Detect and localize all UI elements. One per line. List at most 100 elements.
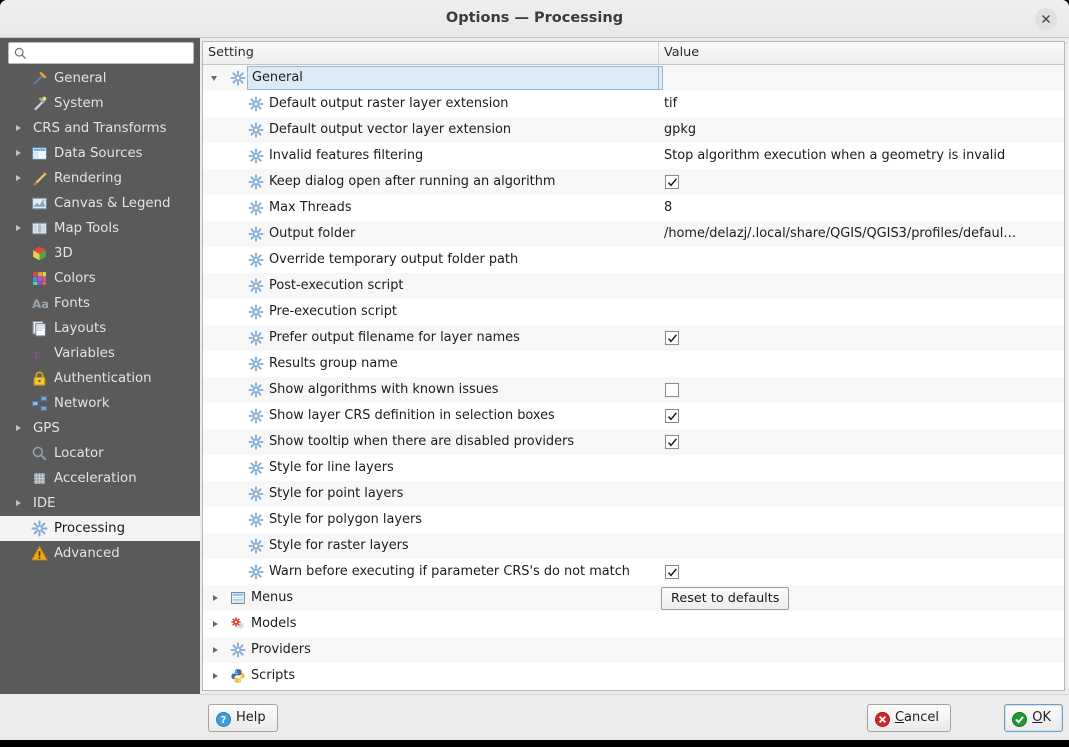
column-header-value[interactable]: Value (659, 42, 1064, 64)
gear-icon (248, 278, 264, 294)
row-value[interactable]: gpkg (664, 117, 696, 143)
chevron-right-icon[interactable] (213, 647, 218, 653)
ok-mnemonic: O (1032, 710, 1042, 725)
table-row[interactable]: Show layer CRS definition in selection b… (203, 403, 1064, 429)
table-row[interactable]: Invalid features filteringStop algorithm… (203, 143, 1064, 169)
canvas-icon (31, 195, 48, 212)
table-row[interactable]: General (203, 65, 1064, 91)
sidebar-item-canvas-legend[interactable]: Canvas & Legend (0, 191, 200, 216)
map-tools-icon (31, 220, 48, 237)
table-row[interactable]: Style for line layers (203, 455, 1064, 481)
row-value[interactable]: 8 (664, 195, 672, 221)
chevron-right-icon (16, 500, 21, 506)
help-button-label: Help (236, 710, 266, 725)
table-row[interactable]: Models (203, 611, 1064, 637)
table-row[interactable]: Output folder/home/delazj/.local/share/Q… (203, 221, 1064, 247)
sidebar-item-acceleration[interactable]: Acceleration (0, 466, 200, 491)
table-row[interactable]: Default output raster layer extensiontif (203, 91, 1064, 117)
table-row[interactable]: Show tooltip when there are disabled pro… (203, 429, 1064, 455)
sidebar-item-rendering[interactable]: Rendering (0, 166, 200, 191)
table-row[interactable]: Post-execution script (203, 273, 1064, 299)
table-row[interactable]: Style for polygon layers (203, 507, 1064, 533)
sidebar-item-network[interactable]: Network (0, 391, 200, 416)
table-row[interactable]: Pre-execution script (203, 299, 1064, 325)
sidebar-item-crs-and-transforms[interactable]: CRS and Transforms (0, 116, 200, 141)
table-row[interactable]: Prefer output filename for layer names (203, 325, 1064, 351)
help-button[interactable]: ? Help (208, 704, 278, 732)
row-label: Max Threads (269, 195, 352, 221)
chevron-right-icon[interactable] (213, 621, 218, 627)
dialog-body: GeneralSystemCRS and TransformsData Sour… (0, 38, 1069, 740)
sidebar-item-map-tools[interactable]: Map Tools (0, 216, 200, 241)
sidebar-item-label: IDE (33, 491, 56, 516)
network-icon (31, 395, 48, 412)
row-label: Scripts (251, 663, 295, 689)
table-row[interactable]: Style for point layers (203, 481, 1064, 507)
table-row[interactable]: Keep dialog open after running an algori… (203, 169, 1064, 195)
sidebar-item-label: CRS and Transforms (33, 116, 167, 141)
table-row[interactable]: Show algorithms with known issues (203, 377, 1064, 403)
row-label: Pre-execution script (269, 299, 397, 325)
row-value[interactable]: tif (664, 91, 677, 117)
column-header-setting[interactable]: Setting (203, 42, 659, 64)
sidebar-item-layouts[interactable]: Layouts (0, 316, 200, 341)
reset-to-defaults-button[interactable]: Reset to defaults (661, 587, 789, 610)
row-value[interactable]: /home/delazj/.local/share/QGIS/QGIS3/pro… (664, 221, 1016, 247)
row-label: Results group name (269, 351, 398, 377)
table-row[interactable]: MenusReset to defaults (203, 585, 1064, 611)
sidebar-item-processing[interactable]: Processing (0, 516, 200, 541)
lock-icon (31, 370, 48, 387)
sidebar-item-locator[interactable]: Locator (0, 441, 200, 466)
row-value-checkbox[interactable] (665, 409, 679, 423)
row-label: Show tooltip when there are disabled pro… (269, 429, 574, 455)
svg-text:Aa: Aa (32, 297, 48, 311)
ok-button[interactable]: OK (1004, 704, 1063, 732)
table-row[interactable]: Override temporary output folder path (203, 247, 1064, 273)
gear-icon (248, 148, 264, 164)
providers-icon (230, 642, 246, 658)
table-row[interactable]: Style for raster layers (203, 533, 1064, 559)
cancel-button[interactable]: Cancel (867, 704, 951, 732)
gear-icon (248, 304, 264, 320)
fonts-icon: Aa (31, 295, 48, 312)
cancel-icon (875, 711, 890, 726)
row-value-checkbox[interactable] (665, 435, 679, 449)
gear-icon (248, 200, 264, 216)
row-label: General (252, 67, 303, 89)
search-box[interactable] (8, 42, 194, 64)
sidebar-item-advanced[interactable]: Advanced (0, 541, 200, 566)
sidebar-item-fonts[interactable]: AaFonts (0, 291, 200, 316)
table-row[interactable]: Results group name (203, 351, 1064, 377)
table-row[interactable]: Default output vector layer extensiongpk… (203, 117, 1064, 143)
table-row[interactable]: Warn before executing if parameter CRS's… (203, 559, 1064, 585)
chevron-right-icon[interactable] (213, 673, 218, 679)
row-value-checkbox[interactable] (665, 175, 679, 189)
table-row[interactable]: Max Threads 8 (203, 195, 1064, 221)
sidebar-item-variables[interactable]: εVariables (0, 341, 200, 366)
table-row[interactable]: Providers (203, 637, 1064, 663)
chevron-down-icon[interactable] (211, 76, 217, 81)
search-input[interactable] (33, 43, 189, 63)
sidebar-item-gps[interactable]: GPS (0, 416, 200, 441)
setting-name-editbox[interactable]: General (247, 66, 659, 90)
sidebar-item-data-sources[interactable]: Data Sources (0, 141, 200, 166)
chevron-right-icon (16, 425, 21, 431)
chevron-right-icon[interactable] (213, 595, 218, 601)
sidebar-item-ide[interactable]: IDE (0, 491, 200, 516)
row-value-checkbox[interactable] (665, 565, 679, 579)
row-value-checkbox[interactable] (665, 383, 679, 397)
table-row[interactable]: Scripts (203, 663, 1064, 689)
sidebar-item-list: GeneralSystemCRS and TransformsData Sour… (0, 66, 200, 566)
sidebar-item-3d[interactable]: 3D (0, 241, 200, 266)
row-value-checkbox[interactable] (665, 331, 679, 345)
sidebar-item-colors[interactable]: Colors (0, 266, 200, 291)
close-icon[interactable] (1035, 8, 1057, 30)
help-icon: ? (216, 711, 231, 726)
options-dialog: Options — Processing GeneralSystemCRS an… (0, 0, 1069, 740)
sidebar-item-authentication[interactable]: Authentication (0, 366, 200, 391)
sidebar-item-system[interactable]: System (0, 91, 200, 116)
row-value[interactable]: Stop algorithm execution when a geometry… (664, 143, 1005, 169)
gear-icon (248, 538, 264, 554)
sidebar-item-general[interactable]: General (0, 66, 200, 91)
gear-icon (248, 382, 264, 398)
